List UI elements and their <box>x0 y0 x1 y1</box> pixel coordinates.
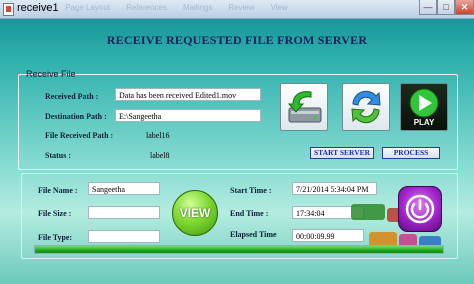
faded-menu-item: Mailings <box>182 3 213 12</box>
file-size-field[interactable] <box>88 206 160 219</box>
file-type-label: File Type: <box>38 233 73 242</box>
transfer-progress-fill <box>35 246 443 253</box>
file-name-label: File Name : <box>38 186 78 195</box>
minimize-button[interactable]: — <box>419 0 437 15</box>
view-button-label: VIEW <box>179 206 211 220</box>
title-bar: receive1 Local Page Layout References Ma… <box>0 0 474 19</box>
faded-menu-item: Page Layout <box>65 3 111 12</box>
file-type-field[interactable] <box>88 230 160 243</box>
process-button[interactable]: PROCESS <box>382 147 440 159</box>
app-icon <box>3 3 14 16</box>
faded-menu-item: View <box>270 3 288 12</box>
destination-path-label: Destination Path : <box>45 112 107 121</box>
play-button[interactable]: PLAY <box>400 83 448 131</box>
view-button[interactable]: VIEW <box>172 190 218 236</box>
faded-menu-item: Local <box>30 3 50 12</box>
maximize-button[interactable]: □ <box>437 0 455 15</box>
elapsed-time-label: Elapsed Time <box>230 230 277 239</box>
status-label: Status : <box>45 151 72 160</box>
receive-file-button[interactable] <box>280 83 328 131</box>
receive-file-icon <box>287 91 322 123</box>
transfer-progress-bar <box>34 245 444 254</box>
page-title: RECEIVE REQUESTED FILE FROM SERVER <box>106 33 368 47</box>
end-time-label: End Time : <box>230 209 269 218</box>
start-server-button[interactable]: START SERVER <box>310 147 374 159</box>
file-received-path-value: label16 <box>146 131 170 140</box>
start-time-label: Start Time : <box>230 186 272 195</box>
play-text: PLAY <box>413 118 435 127</box>
power-button[interactable] <box>398 186 442 232</box>
faded-menu-item: References <box>126 3 167 12</box>
received-path-field[interactable]: Data has been received Edited1.mov <box>115 88 261 101</box>
file-received-path-label: File Received Path : <box>45 131 114 140</box>
close-button[interactable]: ✕ <box>455 0 474 15</box>
faded-menu-strip: Local Page Layout References Mailings Re… <box>30 3 288 15</box>
start-time-field[interactable]: 7/21/2014 5:34:04 PM <box>292 182 377 195</box>
received-path-label: Received Path : <box>45 92 99 101</box>
sync-button[interactable] <box>342 83 390 131</box>
status-value: label8 <box>150 151 170 160</box>
receive-file-group-title: Receive File <box>26 69 76 79</box>
faded-menu-item: Review <box>228 3 255 12</box>
file-name-field[interactable]: Sangeetha <box>88 182 160 195</box>
sync-arrows-icon <box>351 90 381 124</box>
file-size-label: File Size : <box>38 209 72 218</box>
destination-path-field[interactable]: E:\Sangeetha <box>115 109 261 122</box>
power-icon <box>405 194 435 224</box>
